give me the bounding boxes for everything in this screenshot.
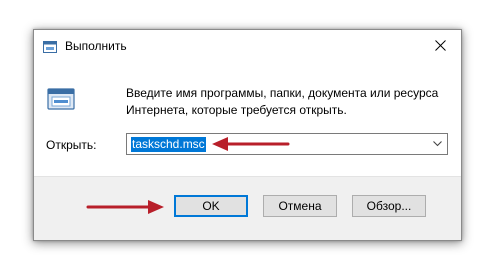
- open-input-value: taskschd.msc: [131, 137, 206, 152]
- open-input[interactable]: taskschd.msc: [126, 133, 448, 155]
- ok-button[interactable]: OK: [174, 195, 248, 217]
- description-text: Введите имя программы, папки, документа …: [126, 86, 439, 117]
- cancel-button[interactable]: Отмена: [263, 195, 337, 217]
- title-bar: Выполнить: [34, 30, 461, 61]
- close-button[interactable]: [419, 30, 461, 61]
- run-dialog-icon: [43, 40, 57, 53]
- open-label: Открыть:: [46, 138, 97, 152]
- screenshot-stage: Выполнить Введите имя программы, папки, …: [0, 0, 495, 272]
- dropdown-button[interactable]: [427, 134, 447, 154]
- run-dialog: Выполнить Введите имя программы, папки, …: [33, 29, 462, 241]
- run-program-icon: [46, 85, 78, 113]
- browse-button[interactable]: Обзор...: [352, 195, 426, 217]
- chevron-down-icon: [433, 141, 442, 147]
- window-title: Выполнить: [65, 39, 127, 53]
- close-icon: [434, 40, 446, 51]
- button-bar: OK Отмена Обзор...: [34, 176, 461, 240]
